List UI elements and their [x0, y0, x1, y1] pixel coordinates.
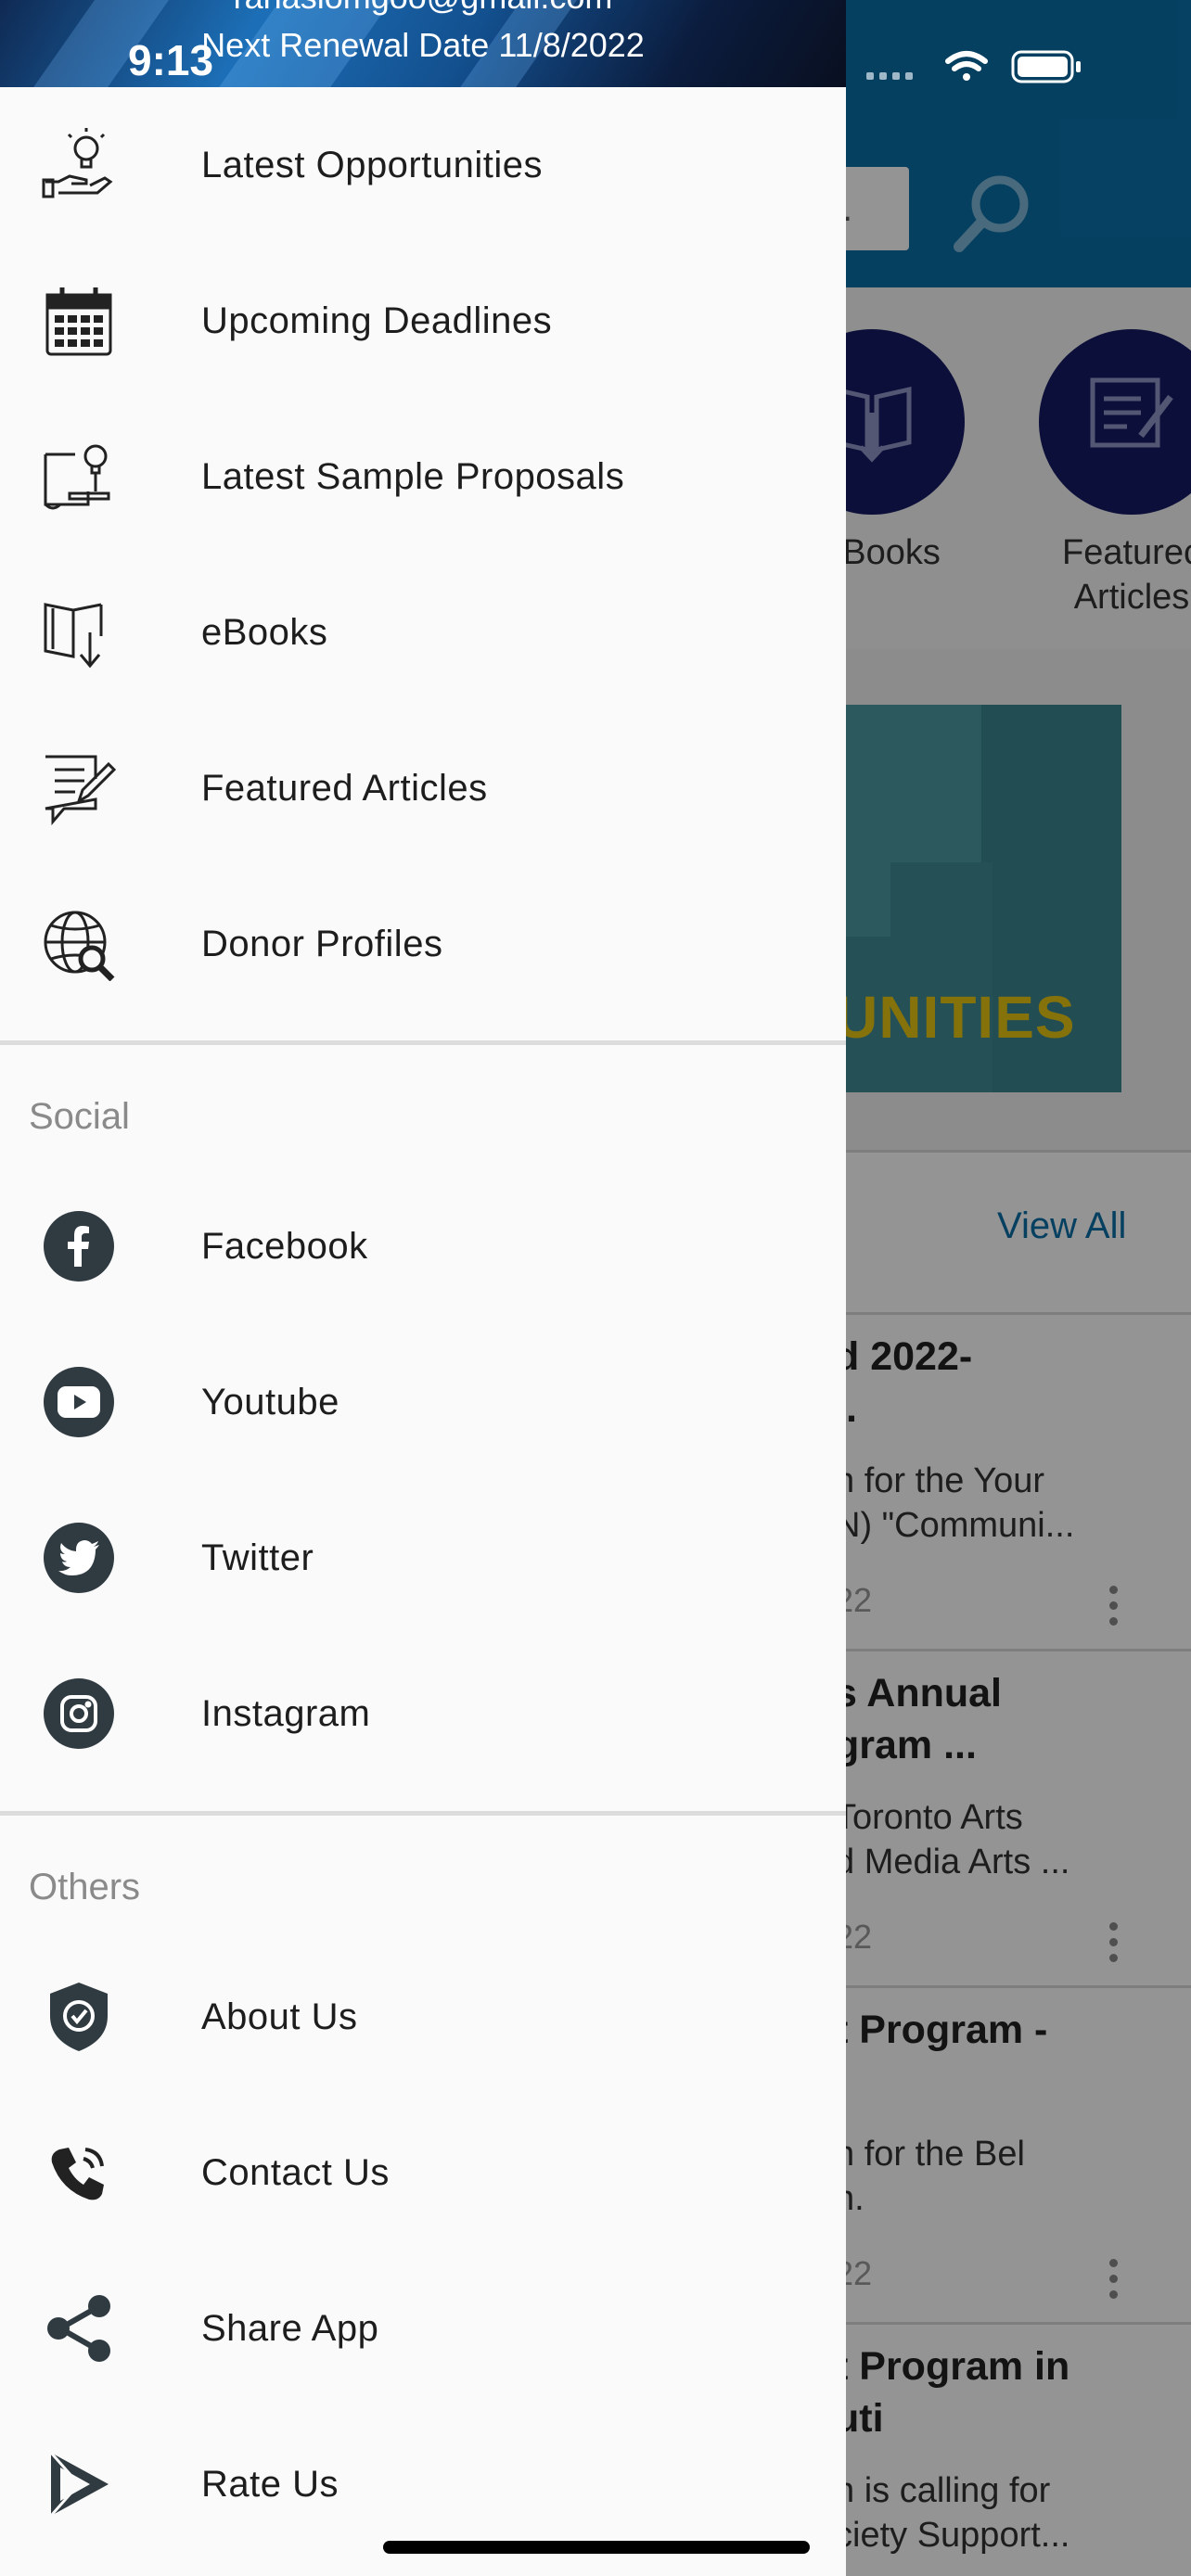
status-icons [866, 48, 1117, 90]
section-title-others: Others [29, 1867, 141, 1907]
menu-contact-us[interactable]: Contact Us [0, 2095, 846, 2251]
cellular-signal-icon [866, 72, 913, 80]
menu-instagram[interactable]: Instagram [0, 1636, 846, 1792]
menu-upcoming-deadlines[interactable]: Upcoming Deadlines [0, 243, 846, 399]
status-time: 9:13 [128, 36, 214, 84]
phone-icon [39, 2133, 119, 2213]
menu-label: eBooks [201, 611, 328, 653]
menu-latest-opportunities[interactable]: Latest Opportunities [0, 87, 846, 243]
section-title-social: Social [29, 1096, 130, 1137]
menu-facebook[interactable]: Facebook [0, 1168, 846, 1324]
shield-check-icon [39, 1977, 119, 2057]
twitter-icon [39, 1518, 119, 1598]
navigation-drawer: ranaslomgoo@gmail.com Next Renewal Date … [0, 0, 846, 2576]
menu-label: Latest Opportunities [201, 144, 543, 185]
instagram-icon [39, 1674, 119, 1753]
menu-latest-sample-proposals[interactable]: Latest Sample Proposals [0, 399, 846, 555]
share-icon [39, 2289, 119, 2368]
play-store-icon [39, 2444, 119, 2524]
home-indicator[interactable] [383, 2541, 810, 2554]
calendar-icon [39, 281, 119, 361]
menu-label: Instagram [201, 1692, 371, 1734]
menu-label: Featured Articles [201, 767, 488, 809]
menu-featured-articles[interactable]: Featured Articles [0, 710, 846, 866]
menu-label: Donor Profiles [201, 923, 443, 964]
menu-label: About Us [201, 1996, 358, 2037]
user-email: ranaslomgoo@gmail.com [0, 0, 846, 17]
menu-youtube[interactable]: Youtube [0, 1324, 846, 1480]
globe-search-icon [39, 904, 119, 984]
facebook-icon [39, 1206, 119, 1286]
menu-label: Youtube [201, 1381, 339, 1422]
menu-label: Twitter [201, 1537, 314, 1578]
menu-about-us[interactable]: About Us [0, 1939, 846, 2095]
menu-twitter[interactable]: Twitter [0, 1480, 846, 1636]
battery-icon [1011, 50, 1081, 83]
section-divider [0, 1811, 846, 1816]
lightbulb-hand-icon [39, 125, 119, 205]
menu-donor-profiles[interactable]: Donor Profiles [0, 866, 846, 1022]
menu-share-app[interactable]: Share App [0, 2251, 846, 2406]
drawer-header: ranaslomgoo@gmail.com Next Renewal Date … [0, 0, 846, 87]
menu-label: Facebook [201, 1225, 368, 1267]
menu-label: Upcoming Deadlines [201, 300, 553, 341]
youtube-icon [39, 1362, 119, 1442]
menu-label: Latest Sample Proposals [201, 455, 625, 497]
renewal-date: Next Renewal Date 11/8/2022 [201, 26, 645, 64]
section-divider [0, 1040, 846, 1045]
article-edit-icon [39, 748, 119, 828]
proposal-document-icon [39, 437, 119, 516]
ebook-download-icon [39, 593, 119, 672]
menu-label: Share App [201, 2307, 379, 2349]
menu-ebooks[interactable]: eBooks [0, 555, 846, 710]
menu-label: Contact Us [201, 2151, 390, 2193]
wifi-icon [945, 51, 988, 81]
menu-rate-us[interactable]: Rate Us [0, 2406, 846, 2562]
menu-label: Rate Us [201, 2463, 339, 2505]
